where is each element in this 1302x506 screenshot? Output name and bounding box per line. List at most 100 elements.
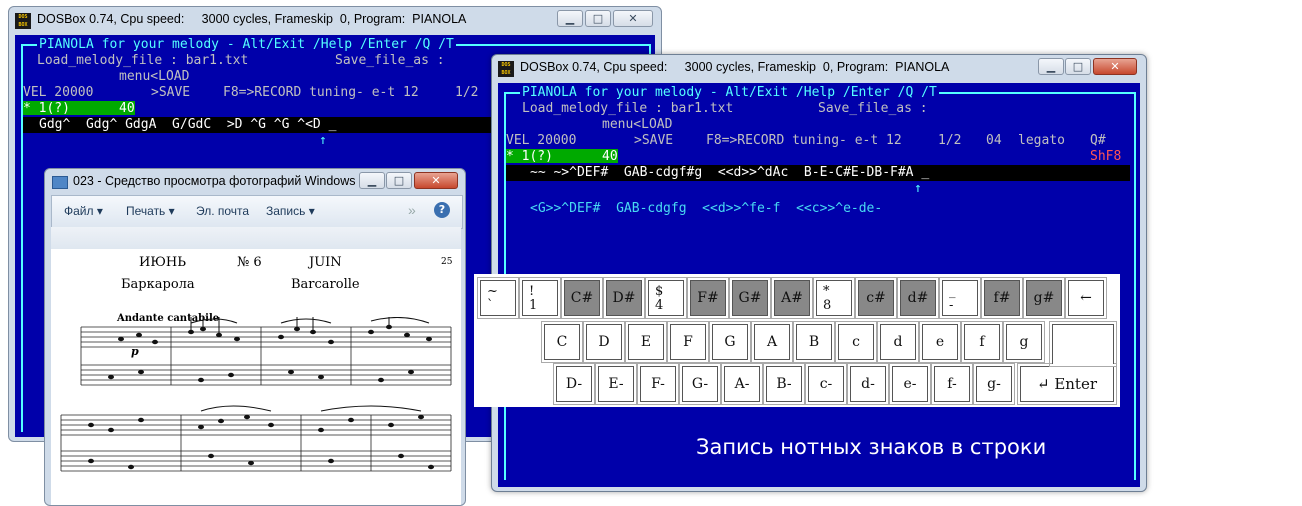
window-title: DOSBox 0.74, Cpu speed: 3000 cycles, Fra…: [520, 60, 950, 74]
key-d-flat[interactable]: d-: [847, 363, 889, 405]
track-number: 40: [602, 149, 618, 164]
save-file-label[interactable]: Save_file_as :: [335, 53, 445, 68]
minimize-button[interactable]: ▁: [557, 10, 583, 27]
close-button[interactable]: ✕: [414, 172, 458, 189]
track-label: * 1(?): [506, 149, 553, 164]
key-d[interactable]: d: [877, 321, 919, 363]
record-label: F8=>RECORD tuning- e-t 12: [706, 133, 902, 148]
key-e[interactable]: e: [919, 321, 961, 363]
menu-file[interactable]: Файл ▾: [64, 204, 103, 218]
title-bar[interactable]: DOS BOX DOSBox 0.74, Cpu speed: 3000 cycl…: [9, 7, 661, 33]
dosbox-window-front: DOS BOX DOSBox 0.74, Cpu speed: 3000 cycl…: [491, 54, 1147, 492]
key-F[interactable]: F: [667, 321, 709, 363]
ratio-label: 1/2: [455, 85, 479, 100]
more-chevron-icon[interactable]: »: [408, 202, 416, 218]
key-g-flat[interactable]: g-: [973, 363, 1015, 405]
close-button[interactable]: ✕: [613, 10, 653, 27]
key-c-flat[interactable]: c-: [805, 363, 847, 405]
record-label: F8=>RECORD tuning- e-t 12: [223, 85, 419, 100]
key-backtick[interactable]: ~ `: [477, 277, 519, 319]
sheet-music-image: [60, 317, 452, 472]
key-enter[interactable]: ↵ Enter: [1017, 363, 1117, 405]
key-E[interactable]: E: [625, 321, 667, 363]
close-button[interactable]: ✕: [1093, 58, 1137, 75]
maximize-button[interactable]: □: [386, 172, 412, 189]
toolbar-strip: [51, 227, 461, 249]
dosbox-icon: DOS BOX: [15, 13, 31, 29]
melody-line-2[interactable]: <G>>^DEF# GAB-cdgfg <<d>>^fe-f <<c>>^e-d…: [530, 201, 882, 216]
sheet-title-fr: Barcarolle: [291, 277, 360, 292]
vel-label: VEL 20000: [23, 85, 94, 100]
sheet-month-ru: ИЮНЬ: [139, 255, 186, 270]
ratio-label: 1/2: [938, 133, 962, 148]
sheet-month-fr: JUIN: [309, 255, 342, 270]
key-F-flat[interactable]: F-: [637, 363, 679, 405]
key-f-flat[interactable]: f-: [931, 363, 973, 405]
save-file-label[interactable]: Save_file_as :: [818, 101, 928, 116]
q-label: Q#: [1090, 133, 1106, 148]
piano-keyboard: ~ `! 1 C# D# $ 4 F# G# A# * 8 c# d# _ - f# g# ← CDEFG…: [474, 274, 1120, 407]
menu-load[interactable]: menu<LOAD: [602, 117, 672, 132]
octave-label: 04: [986, 133, 1002, 148]
track-number: 40: [119, 101, 135, 116]
sheet-title-ru: Баркарола: [121, 277, 195, 292]
title-bar[interactable]: DOS BOX DOSBox 0.74, Cpu speed: 3000 cycl…: [492, 55, 1146, 81]
key-1[interactable]: ! 1: [519, 277, 561, 319]
notes-line[interactable]: Gdg^ Gdg^ GdgA G/GdC >D ^G ^G ^<D _: [39, 117, 336, 132]
notes-line[interactable]: ~~ ~>^DEF# GAB-cdgf#g <<d>>^dAc B-E-C#E-…: [530, 165, 929, 180]
key-cminussharp[interactable]: c#: [855, 277, 897, 319]
photo-canvas[interactable]: ИЮНЬ № 6 JUIN 25 Баркарола Barcarolle An…: [51, 227, 461, 505]
sheet-page: 25: [441, 257, 453, 267]
key-4[interactable]: $ 4: [645, 277, 687, 319]
key-B-flat[interactable]: B-: [763, 363, 805, 405]
cursor-arrow: ↑: [914, 181, 922, 196]
menu-burn[interactable]: Запись ▾: [266, 204, 315, 218]
minimize-button[interactable]: ▁: [359, 172, 385, 189]
key-backspace[interactable]: ←: [1065, 277, 1107, 319]
key-E-flat[interactable]: E-: [595, 363, 637, 405]
minimize-button[interactable]: ▁: [1038, 58, 1064, 75]
load-file-label[interactable]: Load_melody_file : bar1.txt: [522, 101, 733, 116]
menu-print[interactable]: Печать ▾: [126, 204, 175, 218]
dosbox-icon: DOS BOX: [498, 61, 514, 77]
maximize-button[interactable]: □: [585, 10, 611, 27]
header-line: PIANOLA for your melody - Alt/Exit /Help…: [520, 85, 939, 100]
key-c[interactable]: c: [835, 321, 877, 363]
key-dminussharp[interactable]: d#: [897, 277, 939, 319]
menu-email[interactable]: Эл. почта: [196, 204, 249, 218]
title-bar[interactable]: 023 - Средство просмотра фотографий Wind…: [45, 169, 465, 195]
key-A-flat[interactable]: A-: [721, 363, 763, 405]
key-e-flat[interactable]: e-: [889, 363, 931, 405]
menu-load[interactable]: menu<LOAD: [119, 69, 189, 84]
load-file-label[interactable]: Load_melody_file : bar1.txt: [37, 53, 248, 68]
key-G-flat[interactable]: G-: [679, 363, 721, 405]
key-f[interactable]: f: [961, 321, 1003, 363]
key-minus[interactable]: _ -: [939, 277, 981, 319]
key-A[interactable]: A: [751, 321, 793, 363]
maximize-button[interactable]: □: [1065, 58, 1091, 75]
key-C[interactable]: C: [541, 321, 583, 363]
track-label: * 1(?): [23, 101, 70, 116]
photo-viewer-window: 023 - Средство просмотра фотографий Wind…: [44, 168, 466, 506]
save-button[interactable]: >SAVE: [151, 85, 190, 100]
shf8-label: ShF8: [1090, 149, 1122, 164]
key-D[interactable]: D: [583, 321, 625, 363]
vel-label: VEL 20000: [506, 133, 577, 148]
key-Aminussharp[interactable]: A#: [771, 277, 813, 319]
key-Cminussharp[interactable]: C#: [561, 277, 603, 319]
caption: Запись нотных знаков в строки: [696, 435, 1047, 459]
key-g[interactable]: g: [1003, 321, 1045, 363]
save-button[interactable]: >SAVE: [634, 133, 673, 148]
key-8[interactable]: * 8: [813, 277, 855, 319]
key-enter-upper[interactable]: [1049, 321, 1117, 367]
key-Fminussharp[interactable]: F#: [687, 277, 729, 319]
key-gminussharp[interactable]: g#: [1023, 277, 1065, 319]
key-Dminussharp[interactable]: D#: [603, 277, 645, 319]
key-G[interactable]: G: [709, 321, 751, 363]
enter-label: ↵ Enter: [1036, 375, 1098, 393]
key-Gminussharp[interactable]: G#: [729, 277, 771, 319]
key-B[interactable]: B: [793, 321, 835, 363]
help-icon[interactable]: ?: [434, 202, 450, 218]
key-D-flat[interactable]: D-: [553, 363, 595, 405]
key-fminussharp[interactable]: f#: [981, 277, 1023, 319]
